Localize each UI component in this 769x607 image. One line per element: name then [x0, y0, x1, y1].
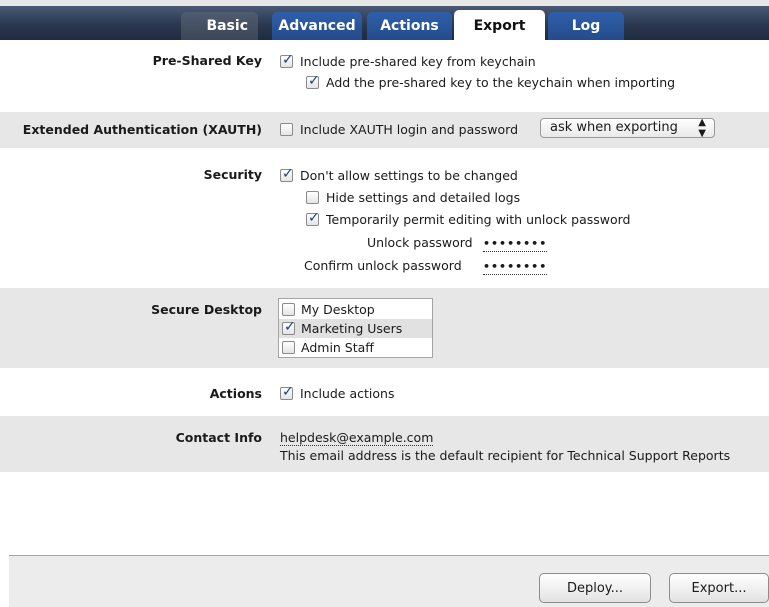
contact-info-section: Contact Info helpdesk@example.com This e… [0, 416, 769, 472]
pre-shared-key-label: Pre-Shared Key [152, 53, 262, 68]
footer-bar [9, 556, 769, 607]
tab-export[interactable]: Export [454, 10, 545, 42]
include-xauth-label: Include XAUTH login and password [300, 122, 519, 137]
include-psk-checkbox[interactable]: ✓ [280, 52, 294, 68]
list-item-label: My Desktop [301, 302, 375, 317]
pre-shared-key-section: Pre-Shared Key ✓ Include pre-shared key … [0, 40, 769, 106]
permit-editing-label: Temporarily permit editing with unlock p… [326, 212, 631, 227]
xauth-label: Extended Authentication (XAUTH) [22, 122, 262, 137]
xauth-select-value: ask when exporting [550, 120, 678, 135]
tab-log[interactable]: Log [548, 12, 624, 40]
checkmark-icon: ✓ [282, 52, 294, 68]
include-xauth-checkbox[interactable] [280, 123, 293, 136]
contact-info-label: Contact Info [175, 430, 262, 445]
xauth-export-select[interactable]: ask when exporting ▲ ▼ [540, 117, 715, 139]
list-item[interactable]: ✓ Marketing Users [279, 319, 432, 338]
deploy-button[interactable]: Deploy... [539, 573, 651, 603]
secure-desktop-section: Secure Desktop My Desktop ✓ Marketing Us… [0, 288, 769, 368]
hide-settings-checkbox[interactable] [306, 191, 319, 204]
checkmark-icon: ✓ [308, 210, 320, 226]
tab-advanced[interactable]: Advanced [272, 12, 362, 40]
secure-desktop-list[interactable]: My Desktop ✓ Marketing Users Admin Staff [278, 298, 433, 358]
unlock-password-field[interactable]: •••••••• [483, 237, 548, 252]
list-item-checkbox[interactable] [282, 303, 295, 316]
dont-allow-changes-label: Don't allow settings to be changed [300, 168, 518, 183]
xauth-section: Extended Authentication (XAUTH) Include … [0, 112, 769, 148]
actions-label: Actions [209, 386, 262, 401]
list-item-checkbox[interactable] [282, 341, 295, 354]
checkmark-icon: ✓ [308, 73, 320, 89]
unlock-password-label: Unlock password [367, 235, 473, 250]
updown-arrows-icon: ▲ ▼ [698, 117, 706, 139]
permit-editing-checkbox[interactable]: ✓ [306, 210, 320, 226]
add-psk-keychain-checkbox[interactable]: ✓ [306, 73, 320, 89]
actions-section: Actions ✓ Include actions [0, 374, 769, 410]
security-label: Security [203, 167, 262, 182]
checkmark-icon: ✓ [282, 166, 294, 182]
add-psk-keychain-label: Add the pre-shared key to the keychain w… [326, 75, 676, 90]
contact-email-field[interactable]: helpdesk@example.com [280, 430, 434, 446]
list-item[interactable]: My Desktop [279, 300, 432, 319]
checkmark-icon: ✓ [282, 384, 294, 400]
list-item-label: Admin Staff [301, 340, 374, 355]
dont-allow-changes-checkbox[interactable]: ✓ [280, 166, 294, 182]
list-item-checkbox[interactable]: ✓ [282, 319, 296, 335]
confirm-password-field[interactable]: •••••••• [483, 260, 548, 275]
include-actions-label: Include actions [300, 386, 395, 401]
hide-settings-label: Hide settings and detailed logs [326, 190, 521, 205]
checkmark-icon: ✓ [284, 319, 296, 335]
confirm-password-label: Confirm unlock password [304, 258, 462, 273]
contact-email-note: This email address is the default recipi… [280, 448, 731, 463]
tab-basic[interactable]: Basic [181, 12, 258, 40]
security-section: Security ✓ Don't allow settings to be ch… [0, 154, 769, 282]
tab-actions[interactable]: Actions [367, 12, 452, 40]
include-psk-label: Include pre-shared key from keychain [300, 54, 536, 69]
tab-bar: Basic Advanced Actions Export Log [0, 0, 769, 42]
list-item[interactable]: Admin Staff [279, 338, 432, 357]
list-item-label: Marketing Users [301, 321, 403, 336]
secure-desktop-label: Secure Desktop [151, 302, 262, 317]
include-actions-checkbox[interactable]: ✓ [280, 384, 294, 400]
export-button[interactable]: Export... [669, 573, 769, 603]
